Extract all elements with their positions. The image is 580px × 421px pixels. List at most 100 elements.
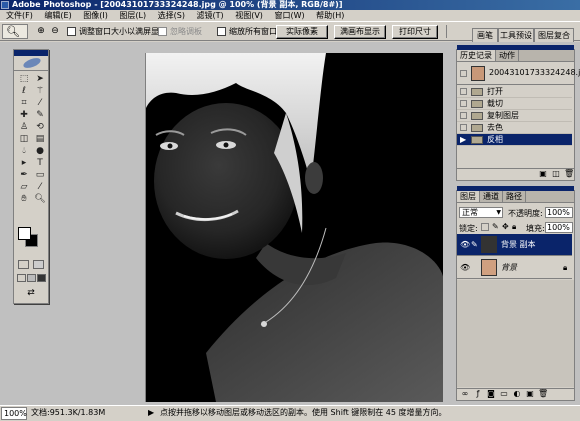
slice-icon[interactable]: ⁄ (32, 97, 48, 109)
document-size[interactable]: 文档:951.3K/1.83M (31, 406, 105, 420)
hand-icon[interactable]: ✋︎ (16, 193, 32, 205)
menu-file[interactable]: 文件(F) (6, 10, 33, 21)
adjustment-layer-icon[interactable]: ◐ (512, 389, 522, 398)
ignore-palettes-checkbox[interactable] (158, 27, 167, 36)
healing-brush-icon[interactable]: ✚ (16, 109, 32, 121)
resize-windows-checkbox[interactable] (67, 27, 76, 36)
new-set-icon[interactable]: ▭ (499, 389, 509, 398)
history-item-selected[interactable]: ▶ 反相 (457, 134, 572, 146)
history-brush-source-box[interactable] (460, 100, 467, 107)
eyedropper-icon[interactable]: ⁄ (32, 181, 48, 193)
document-canvas[interactable] (145, 53, 443, 402)
tab-layer-comps[interactable]: 图层复合 (534, 28, 574, 42)
trash-icon[interactable]: 🗑︎ (564, 169, 574, 178)
tool-preset-picker[interactable]: 🔍︎ (2, 24, 28, 39)
lock-all-icon[interactable]: 🔒︎ (512, 222, 516, 232)
zoom-in-button[interactable]: ⊕ (34, 25, 48, 38)
history-brush-source-box[interactable] (460, 88, 467, 95)
layer-name[interactable]: 背景 副本 (501, 234, 536, 256)
add-mask-icon[interactable]: ◙ (486, 389, 496, 398)
screen-mode-standard-icon[interactable] (17, 274, 26, 282)
foreground-color-swatch[interactable] (18, 227, 31, 240)
lock-icon: 🔒︎ (563, 263, 568, 272)
menu-help[interactable]: 帮助(H) (316, 10, 344, 21)
history-item[interactable]: 去色 (457, 122, 572, 134)
actual-pixels-button[interactable]: 实际像素 (276, 25, 328, 39)
layers-panel-footer: ∞ ƒ ◙ ▭ ◐ ▣ 🗑︎ (457, 388, 574, 400)
history-state-icon (471, 124, 483, 132)
zoom-level-field[interactable]: 100% (1, 407, 27, 420)
history-brush-source-box[interactable] (460, 124, 467, 131)
trash-icon[interactable]: 🗑︎ (538, 389, 548, 398)
layers-panel-tabs: 图层 通道 路径 (457, 191, 574, 203)
move-icon[interactable]: ➤ (32, 73, 48, 85)
menu-filter[interactable]: 滤镜(T) (197, 10, 224, 21)
history-item[interactable]: 载切 (457, 98, 572, 110)
quick-mask-icon[interactable] (33, 260, 44, 269)
type-icon[interactable]: T (32, 157, 48, 169)
menu-window[interactable]: 窗口(W) (274, 10, 304, 21)
clone-stamp-icon[interactable]: ♙ (16, 121, 32, 133)
notes-icon[interactable]: ▱ (16, 181, 32, 193)
fit-screen-button[interactable]: 满画布显示 (334, 25, 386, 39)
tab-layers[interactable]: 图层 (457, 191, 480, 202)
blur-icon[interactable]: 💧︎ (16, 145, 32, 157)
tab-tool-presets[interactable]: 工具预设 (498, 28, 534, 42)
zoom-all-checkbox[interactable] (217, 27, 226, 36)
gradient-icon[interactable]: ▤ (32, 133, 48, 145)
path-select-icon[interactable]: ▸ (16, 157, 32, 169)
lasso-icon[interactable]: ℓ (16, 85, 32, 97)
layer-row-selected[interactable]: 👁︎ ✎ 背景 副本 (457, 234, 572, 256)
magic-wand-icon[interactable]: ⚚ (32, 85, 48, 97)
layer-row[interactable]: 👁︎ 背景 🔒︎ (457, 257, 572, 279)
shape-icon[interactable]: ▭ (32, 169, 48, 181)
brush-icon[interactable]: ✎ (32, 109, 48, 121)
menu-view[interactable]: 视图(V) (235, 10, 263, 21)
menu-bar: 文件(F) 编辑(E) 图像(I) 图层(L) 选择(S) 滤镜(T) 视图(V… (0, 10, 580, 21)
snapshot-thumbnail (471, 66, 485, 81)
eye-icon[interactable]: 👁︎ (460, 240, 470, 249)
eye-icon[interactable]: 👁︎ (460, 263, 470, 272)
pen-icon[interactable]: ✒ (16, 169, 32, 181)
dodge-icon[interactable]: ● (32, 145, 48, 157)
zoom-out-button[interactable]: ⊖ (48, 25, 62, 38)
new-document-from-state-icon[interactable]: ▣ (538, 169, 548, 178)
history-brush-icon[interactable]: ⟲ (32, 121, 48, 133)
menu-layer[interactable]: 图层(L) (119, 10, 146, 21)
lock-position-icon[interactable]: ✥ (502, 222, 509, 231)
standard-mode-icon[interactable] (18, 260, 29, 269)
screen-mode-full-menu-icon[interactable] (27, 274, 36, 282)
link-icon[interactable]: ∞ (460, 389, 470, 398)
eraser-icon[interactable]: ◫ (16, 133, 32, 145)
lock-transparency-icon[interactable] (481, 223, 489, 231)
menu-edit[interactable]: 编辑(E) (44, 10, 71, 21)
marquee-icon[interactable]: ⬚ (16, 73, 32, 85)
tab-channels[interactable]: 通道 (480, 191, 503, 202)
tab-actions[interactable]: 动作 (496, 50, 519, 61)
fill-field[interactable]: 100% (545, 222, 573, 233)
layer-style-icon[interactable]: ƒ (473, 389, 483, 398)
new-layer-icon[interactable]: ▣ (525, 389, 535, 398)
layer-name[interactable]: 背景 (501, 257, 517, 279)
history-item[interactable]: 复制图层 (457, 110, 572, 122)
crop-icon[interactable]: ⌗ (16, 97, 32, 109)
zoom-tool-icon[interactable]: 🔍︎ (32, 193, 48, 205)
create-snapshot-icon[interactable]: ◫ (551, 169, 561, 178)
jump-to-imageready-icon[interactable]: ⇄ (18, 288, 44, 298)
tab-history[interactable]: 历史记录 (457, 50, 496, 61)
history-item-label: 载切 (487, 99, 503, 108)
screen-mode-full-icon[interactable] (37, 274, 46, 282)
print-size-button[interactable]: 打印尺寸 (392, 25, 438, 39)
tab-brushes[interactable]: 画笔 (472, 28, 498, 42)
history-item[interactable]: 打开 (457, 86, 572, 98)
history-brush-source-box[interactable] (460, 112, 467, 119)
history-snapshot[interactable]: 20043101733324248.jpg (457, 63, 580, 85)
menu-select[interactable]: 选择(S) (158, 10, 185, 21)
opacity-field[interactable]: 100% (545, 207, 573, 218)
snapshot-source-checkbox[interactable] (460, 70, 467, 77)
blend-mode-select[interactable]: 正常 ▼ (459, 207, 503, 218)
tab-paths[interactable]: 路径 (503, 191, 526, 202)
lock-pixels-icon[interactable]: ✎ (492, 222, 499, 231)
brush-link-icon[interactable]: ✎ (471, 240, 478, 249)
menu-image[interactable]: 图像(I) (83, 10, 108, 21)
